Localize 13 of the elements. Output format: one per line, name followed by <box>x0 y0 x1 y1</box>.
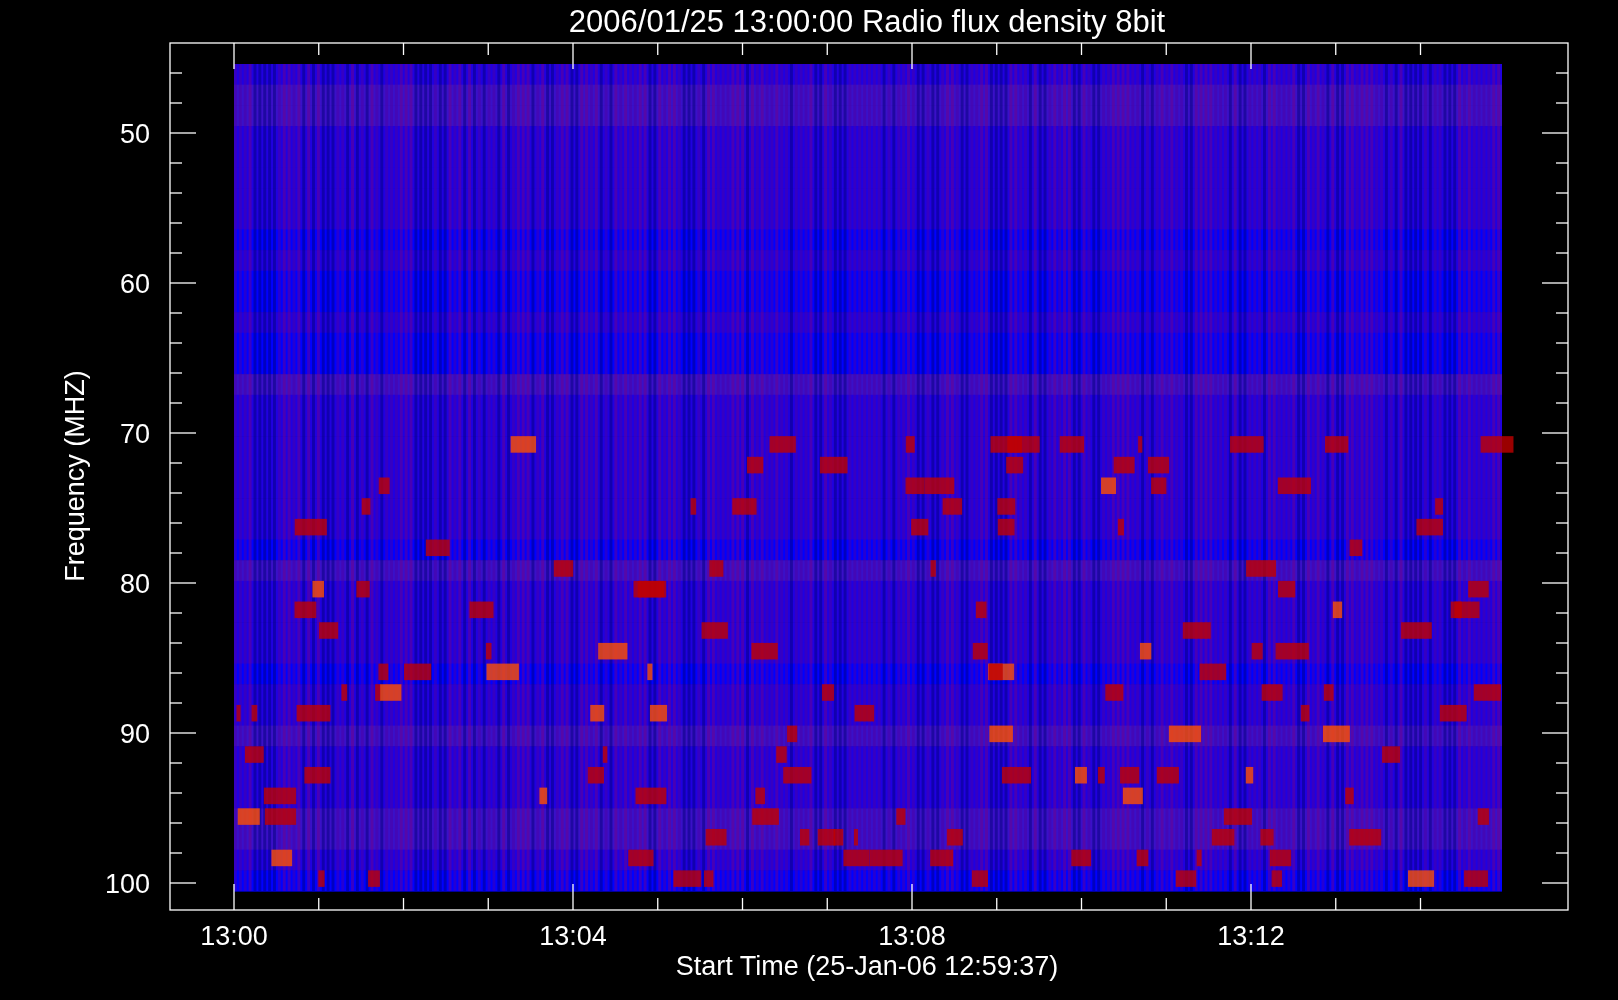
y-tick-label: 50 <box>119 119 150 149</box>
y-tick-label: 100 <box>104 869 150 899</box>
x-tick-label: 13:04 <box>539 921 607 951</box>
y-tick-label: 70 <box>119 419 150 449</box>
x-tick-label: 13:12 <box>1217 921 1285 951</box>
x-tick-label: 13:00 <box>200 921 268 951</box>
x-tick-label: 13:08 <box>878 921 946 951</box>
y-tick-label: 80 <box>119 569 150 599</box>
x-axis-label: Start Time (25-Jan-06 12:59:37) <box>675 951 1059 981</box>
y-axis-label: Frequency (MHZ) <box>60 370 90 582</box>
plot-title: 2006/01/25 13:00:00 Radio flux density 8bit <box>568 4 1166 39</box>
y-tick-label: 60 <box>119 269 150 299</box>
y-tick-label: 90 <box>119 719 150 749</box>
